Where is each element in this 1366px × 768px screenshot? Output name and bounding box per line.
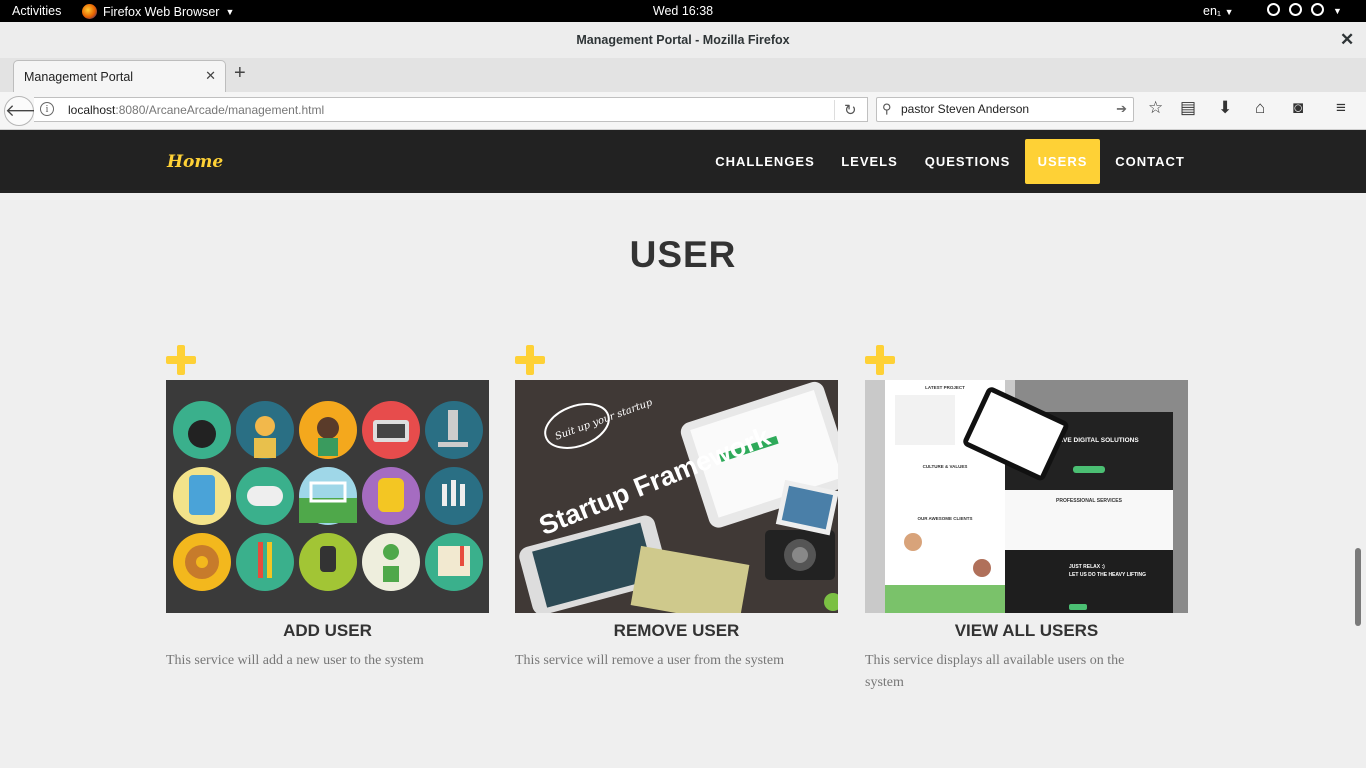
url-divider (834, 100, 835, 120)
home-icon[interactable]: ⌂ (1255, 98, 1265, 118)
tab-label: Management Portal (24, 70, 134, 84)
image-footer-relax: JUST RELAX :) (1069, 564, 1105, 570)
remove-user-title[interactable]: REMOVE USER (515, 621, 838, 641)
view-all-users-description: This service displays all available user… (865, 653, 1125, 690)
nav-levels[interactable]: LEVELS (834, 139, 905, 184)
power-icon (1311, 3, 1324, 16)
bookmark-star-icon[interactable]: ☆ (1148, 98, 1163, 118)
tab-management-portal[interactable]: Management Portal ✕ (13, 60, 226, 92)
nav-questions[interactable]: QUESTIONS (915, 139, 1020, 184)
image-section-clients: OUR AWESOME CLIENTS (917, 516, 972, 521)
plus-icon[interactable] (515, 345, 545, 375)
search-go-icon[interactable]: ➔ (1116, 101, 1127, 117)
language-indicator[interactable]: en₁ ▼ (1203, 4, 1234, 18)
reading-list-icon[interactable]: ▤ (1180, 98, 1196, 118)
add-user-image[interactable] (166, 380, 489, 613)
language-label: en₁ (1203, 4, 1222, 18)
plus-icon[interactable] (166, 345, 196, 375)
url-text: localhost:8080/ArcaneArcade/management.h… (68, 103, 324, 117)
pocket-icon[interactable]: ◙ (1293, 98, 1303, 118)
nav-challenges[interactable]: CHALLENGES (707, 139, 823, 184)
brand-home-link[interactable]: Home (167, 152, 223, 172)
url-path: :8080/ArcaneArcade/management.html (115, 103, 325, 117)
chevron-down-icon: ▼ (1333, 6, 1342, 16)
hamburger-menu-icon[interactable]: ≡ (1336, 98, 1346, 118)
view-all-users-title[interactable]: VIEW ALL USERS (865, 621, 1188, 641)
url-host: localhost (68, 103, 116, 117)
system-menu[interactable]: ▼ (1267, 3, 1342, 16)
search-icon: ⚲ (882, 101, 892, 116)
reload-icon[interactable]: ↻ (844, 101, 857, 119)
volume-icon (1289, 3, 1302, 16)
clock[interactable]: Wed 16:38 (0, 4, 1366, 18)
add-user-description: This service will add a new user to the … (166, 653, 424, 668)
close-window-icon[interactable]: ✕ (1340, 30, 1354, 50)
page-title: USER (629, 234, 737, 275)
back-button[interactable]: 🡐 (4, 96, 51, 126)
remove-user-description: This service will remove a user from the… (515, 653, 785, 668)
nav-users[interactable]: USERS (1025, 139, 1100, 184)
system-top-bar: Activities Firefox Web Browser ▼ Wed 16:… (0, 0, 1366, 22)
search-box[interactable]: ⚲ ➔ (876, 97, 1134, 122)
network-icon (1267, 3, 1280, 16)
window-titlebar: Management Portal - Mozilla Firefox ✕ (0, 22, 1366, 59)
close-tab-icon[interactable]: ✕ (205, 68, 216, 84)
add-user-title[interactable]: ADD USER (166, 621, 489, 641)
search-input[interactable] (899, 101, 1113, 117)
scrollbar-thumb[interactable] (1355, 548, 1361, 626)
image-section-culture: CULTURE & VALUES (923, 464, 968, 469)
downloads-icon[interactable]: ⬇ (1218, 98, 1232, 118)
nav-contact[interactable]: CONTACT (1106, 139, 1194, 184)
url-bar[interactable]: i localhost:8080/ArcaneArcade/management… (34, 97, 868, 122)
view-all-users-image[interactable]: LATEST PROJECT CULTURE & VALUES OUR AWES… (865, 380, 1188, 613)
remove-user-image[interactable]: Suit up your startup Startup Framework (515, 380, 838, 613)
window-title: Management Portal - Mozilla Firefox (576, 33, 790, 47)
chevron-down-icon: ▼ (1224, 7, 1234, 17)
tab-bar: Management Portal ✕ (0, 58, 1366, 92)
new-tab-icon[interactable]: + (234, 62, 246, 85)
image-section-latest: LATEST PROJECT (925, 385, 965, 390)
info-icon[interactable]: i (40, 102, 54, 116)
image-footer-lifting: LET US DO THE HEAVY LIFTING (1069, 572, 1146, 578)
image-section-services: PROFESSIONAL SERVICES (1056, 498, 1123, 504)
plus-icon[interactable] (865, 345, 895, 375)
